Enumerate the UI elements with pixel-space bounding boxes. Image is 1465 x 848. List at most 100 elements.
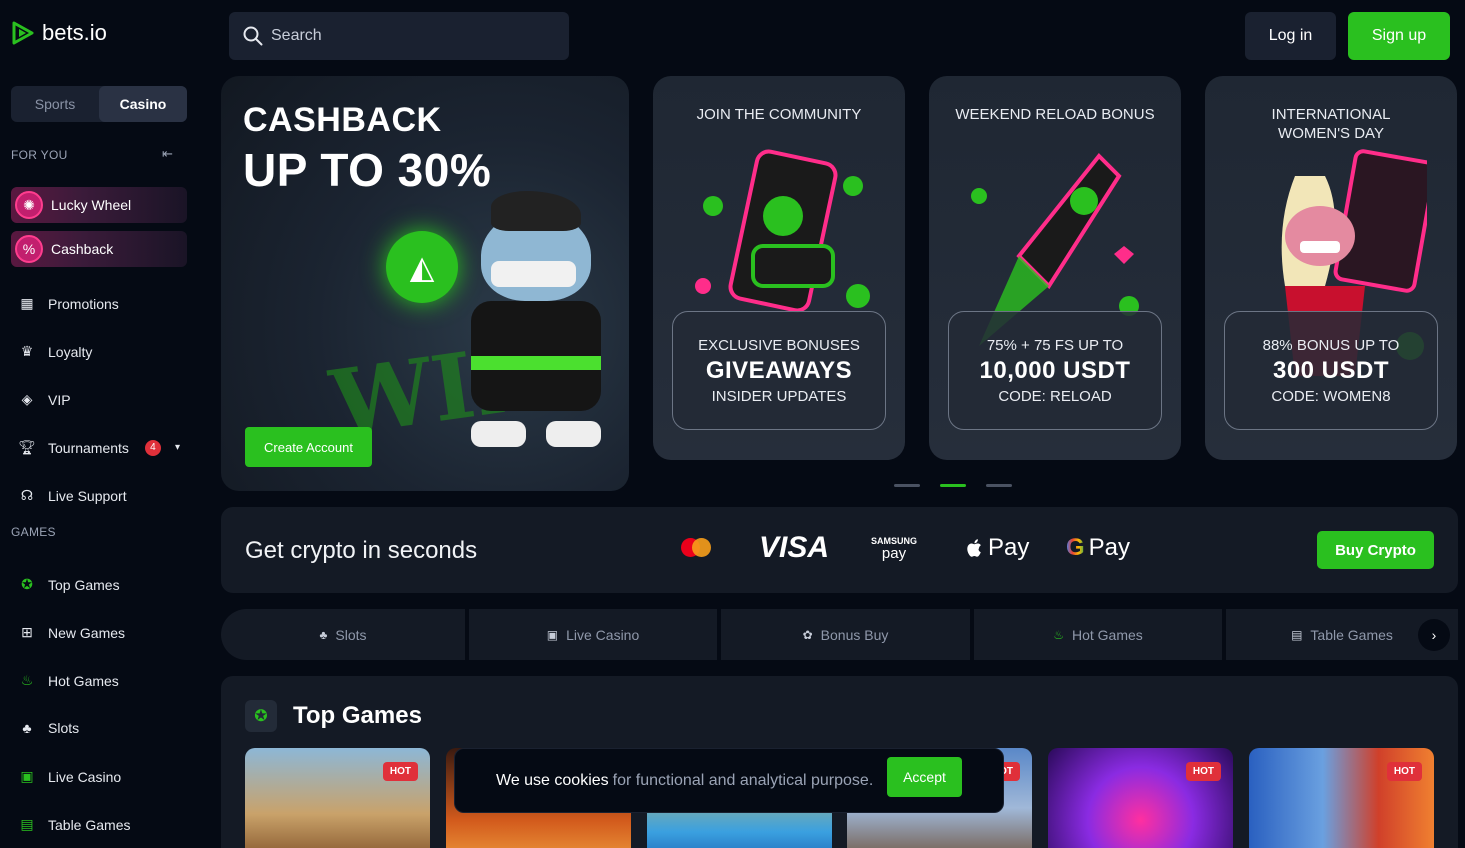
cherries-icon: ♣	[22, 720, 32, 736]
headset-icon: ☊	[20, 487, 34, 503]
game-tile-zeus-hades[interactable]: HOT	[1249, 748, 1434, 848]
card-line1: EXCLUSIVE BONUSES	[698, 336, 860, 354]
category-live-casino[interactable]: ▣ Live Casino	[469, 609, 717, 660]
category-bonus-buy[interactable]: ✿ Bonus Buy	[721, 609, 970, 660]
logo-text: bets.io	[42, 20, 107, 45]
card-info-box: 75% + 75 FS UP TO 10,000 USDT CODE: RELO…	[948, 311, 1162, 430]
top-games-icon: ✪	[21, 576, 33, 592]
promo-card-community[interactable]: JOIN THE COMMUNITY EXCLUSIVE BONUSES GIV…	[653, 76, 905, 460]
sidebar-item-label: Cashback	[51, 241, 114, 257]
coin-logo-icon: ◭	[386, 231, 458, 303]
chevron-down-icon[interactable]: ▾	[175, 442, 180, 453]
google-pay-logo: G Pay	[1066, 534, 1130, 562]
apple-icon	[967, 539, 981, 557]
flame-icon: ♨	[20, 672, 34, 688]
crown-icon: ♛	[20, 343, 34, 359]
search-input[interactable]	[271, 27, 551, 45]
tab-sports[interactable]: Sports	[11, 86, 99, 122]
for-you-label: FOR YOU	[11, 148, 68, 162]
sidebar-item-label: Top Games	[48, 576, 120, 593]
cookie-text: for functional and analytical purpose.	[612, 771, 874, 789]
card-line3: CODE: RELOAD	[998, 387, 1112, 405]
login-button[interactable]: Log in	[1245, 12, 1336, 60]
tournaments-count-badge: 4	[144, 439, 161, 456]
section-title: Top Games	[293, 702, 422, 729]
category-label: Live Casino	[566, 626, 640, 643]
carousel-dot[interactable]	[986, 484, 1012, 487]
samsung-pay-logo: SAMSUNG pay	[871, 537, 917, 562]
card-title: WEEKEND RELOAD BONUS	[955, 106, 1155, 123]
top-games-icon: ✪	[245, 700, 277, 732]
carousel-dot-active[interactable]	[940, 484, 966, 487]
category-label: Table Games	[1310, 626, 1393, 643]
sidebar-item-top-games[interactable]: ✪ Top Games	[18, 576, 120, 593]
banner-title-line1: CASHBACK	[243, 101, 442, 139]
sidebar-item-loyalty[interactable]: ♛ Loyalty	[18, 343, 93, 360]
sports-casino-toggle: Sports Casino	[11, 86, 187, 122]
sidebar-item-promotions[interactable]: ▦ Promotions	[18, 295, 118, 312]
accept-cookies-button[interactable]: Accept	[887, 757, 962, 797]
tab-casino[interactable]: Casino	[99, 86, 187, 122]
live-casino-icon: ▣	[546, 627, 559, 642]
sidebar-item-live-casino[interactable]: ▣ Live Casino	[18, 768, 121, 785]
category-label: Bonus Buy	[820, 626, 889, 643]
card-line1: 88% BONUS UP TO	[1262, 336, 1400, 354]
sidebar-item-new-games[interactable]: ⊞ New Games	[18, 624, 125, 641]
trophy-icon: 🏆︎	[18, 439, 36, 455]
cherries-icon: ♣	[319, 627, 328, 642]
category-slots[interactable]: ♣ Slots	[221, 609, 465, 660]
create-account-button[interactable]: Create Account	[245, 427, 372, 467]
card-info-box: 88% BONUS UP TO 300 USDT CODE: WOMEN8	[1224, 311, 1438, 430]
sidebar-item-label: New Games	[48, 624, 126, 641]
logo-icon	[12, 21, 34, 45]
sidebar-item-label: Live Casino	[48, 768, 122, 785]
hot-badge: HOT	[1185, 762, 1221, 781]
card-line1: 75% + 75 FS UP TO	[986, 336, 1124, 354]
sidebar-item-lucky-wheel[interactable]: ✺ Lucky Wheel	[11, 187, 187, 223]
signup-button[interactable]: Sign up	[1348, 12, 1450, 60]
game-tile-dragon[interactable]: HOT	[1048, 748, 1233, 848]
promo-card-weekend-reload[interactable]: WEEKEND RELOAD BONUS 75% + 75 FS UP TO 1…	[929, 76, 1181, 460]
crypto-headline: Get crypto in seconds	[245, 537, 478, 564]
game-tile-cowboy[interactable]: HOT	[245, 748, 430, 848]
category-hot-games[interactable]: ♨ Hot Games	[974, 609, 1222, 660]
cashback-banner[interactable]: WIN ◭ CASHBACK UP TO 30% Create Account	[221, 76, 629, 491]
sidebar-item-vip[interactable]: ◈ VIP	[18, 391, 71, 408]
banner-title: CASHBACK UP TO 30%	[243, 101, 491, 196]
sidebar-item-hot-games[interactable]: ♨ Hot Games	[18, 672, 119, 689]
sidebar-item-live-support[interactable]: ☊ Live Support	[18, 487, 127, 504]
buy-crypto-button[interactable]: Buy Crypto	[1317, 531, 1434, 569]
carousel-dot[interactable]	[894, 484, 920, 487]
sidebar-item-slots[interactable]: ♣ Slots	[18, 720, 79, 736]
buy-crypto-bar: Get crypto in seconds VISA SAMSUNG pay P…	[221, 507, 1458, 593]
chevron-right-icon[interactable]: ›	[1418, 619, 1450, 651]
card-title: JOIN THE COMMUNITY	[696, 106, 862, 123]
search-bar[interactable]	[229, 12, 569, 60]
logo[interactable]: bets.io	[10, 20, 107, 46]
sidebar-item-cashback[interactable]: % Cashback	[11, 231, 187, 267]
card-title: INTERNATIONAL WOMEN'S DAY	[1271, 106, 1391, 142]
promo-card-womens-day[interactable]: INTERNATIONAL WOMEN'S DAY 88% BONUS UP T…	[1205, 76, 1457, 460]
google-pay-label: Pay	[1088, 534, 1131, 561]
sidebar-item-table-games[interactable]: ▤ Table Games	[18, 816, 130, 833]
sidebar: bets.io Sports Casino FOR YOU ⇤ ✺ Lucky …	[0, 0, 200, 848]
sidebar-item-label: Loyalty	[48, 343, 93, 360]
table-games-icon: ▤	[20, 816, 34, 832]
sidebar-item-label: Tournaments	[48, 439, 129, 456]
category-label: Slots	[335, 626, 367, 643]
sidebar-item-label: Hot Games	[48, 672, 119, 689]
wheel-icon: ✺	[15, 191, 43, 219]
card-line2: GIVEAWAYS	[705, 356, 853, 384]
visa-logo: VISA	[759, 531, 830, 564]
card-line2: 10,000 USDT	[979, 356, 1131, 384]
card-line3: INSIDER UPDATES	[711, 387, 847, 405]
sidebar-item-label: Lucky Wheel	[51, 197, 132, 213]
shark-mascot-illustration	[471, 191, 611, 451]
top-games-header: ✪ Top Games	[245, 700, 422, 732]
apple-pay-logo: Pay	[966, 534, 1029, 562]
flame-icon: ♨	[1053, 627, 1064, 642]
samsung-pay-bottom: pay	[881, 545, 907, 562]
collapse-sidebar-icon[interactable]: ⇤	[162, 146, 173, 162]
card-line3: CODE: WOMEN8	[1271, 387, 1391, 405]
sidebar-item-tournaments[interactable]: 🏆︎ Tournaments 4 ▾	[18, 439, 180, 456]
